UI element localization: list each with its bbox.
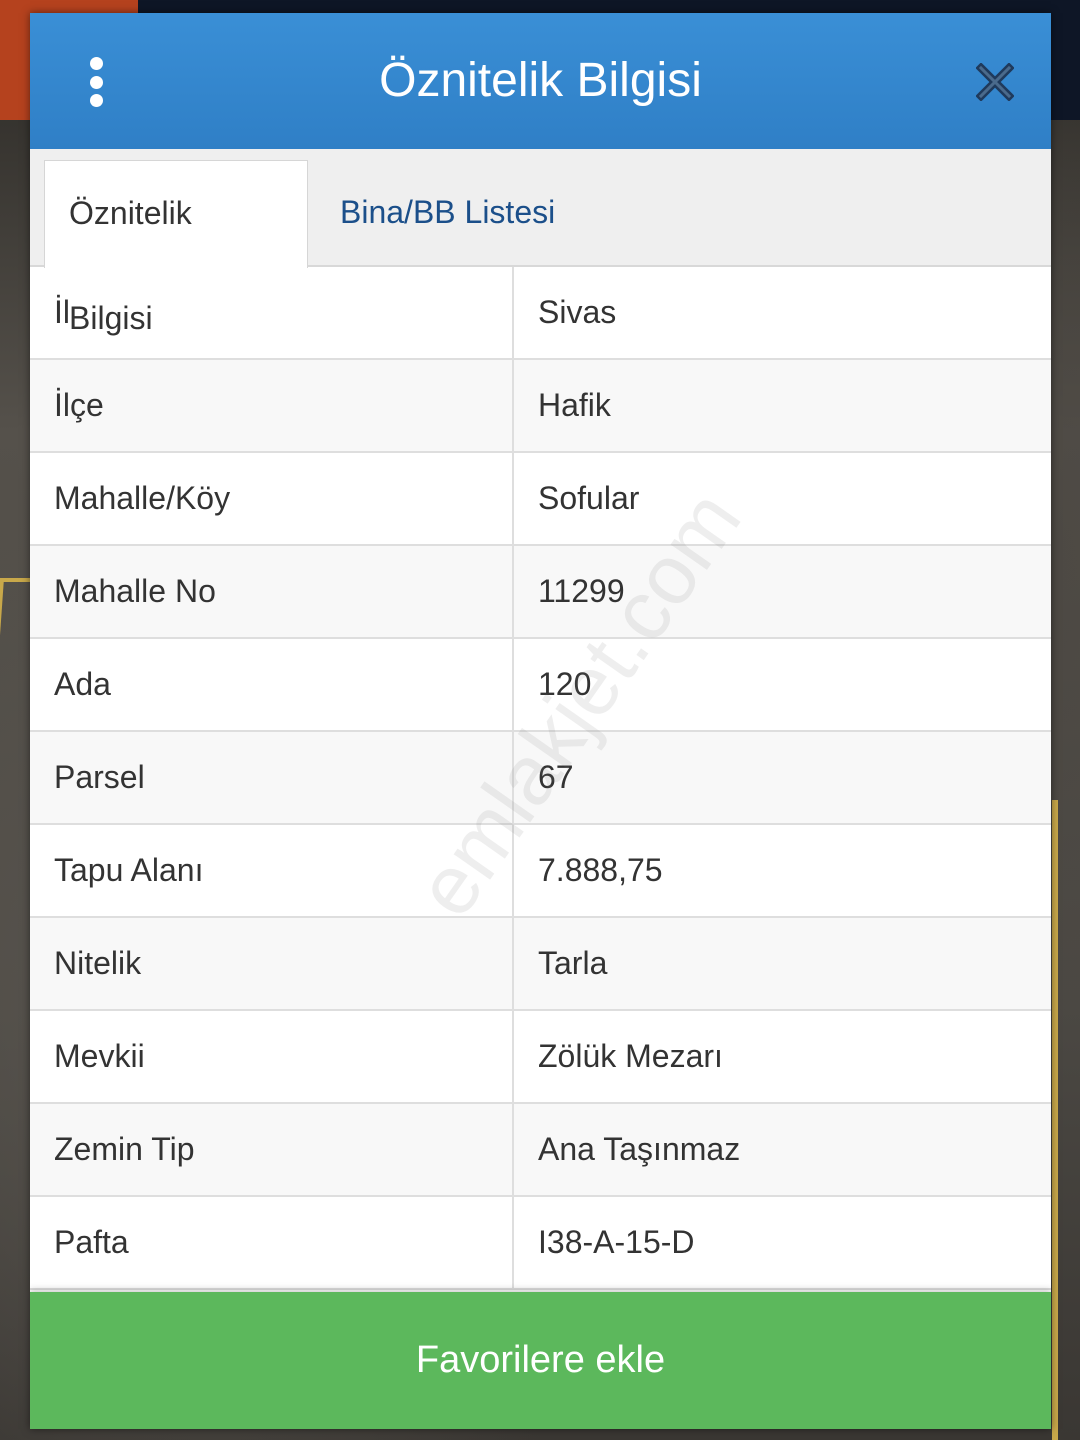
row-value: 7.888,75 <box>538 852 663 888</box>
attribute-info-dialog: Öznitelik Bilgisi Öznitelik Bilgisi Bina… <box>30 13 1051 1429</box>
table-row: Parsel 67 <box>30 732 1051 825</box>
row-label: Mevkii <box>30 1011 514 1102</box>
add-to-favorites-button[interactable]: Favorilere ekle <box>30 1292 1051 1429</box>
table-row: İl Sivas <box>30 267 1051 360</box>
row-value: Ana Taşınmaz <box>538 1131 741 1167</box>
row-label: Pafta <box>30 1197 514 1288</box>
table-row: Ada 120 <box>30 639 1051 732</box>
table-row: Mahalle No 11299 <box>30 546 1051 639</box>
row-value: Hafik <box>538 387 611 423</box>
row-label: İlçe <box>30 360 514 451</box>
row-value: 120 <box>538 666 592 702</box>
tab-bar: Öznitelik Bilgisi Bina/BB Listesi <box>30 149 1051 336</box>
table-row: İlçe Hafik <box>30 360 1051 453</box>
table-row: Pafta I38-A-15-D <box>30 1197 1051 1290</box>
row-value: 11299 <box>538 573 625 609</box>
row-value: Sofular <box>538 480 640 516</box>
row-label: Mahalle No <box>30 546 514 637</box>
parcel-boundary-right <box>1052 800 1058 1440</box>
row-value: 67 <box>538 759 574 795</box>
row-value: Zölük Mezarı <box>538 1038 723 1074</box>
row-value: I38-A-15-D <box>538 1224 695 1260</box>
dialog-header: Öznitelik Bilgisi <box>30 13 1051 149</box>
row-label: Parsel <box>30 732 514 823</box>
table-row: Mevkii Zölük Mezarı <box>30 1011 1051 1104</box>
table-row: Mahalle/Köy Sofular <box>30 453 1051 546</box>
dialog-title: Öznitelik Bilgisi <box>379 54 702 107</box>
table-row: Tapu Alanı 7.888,75 <box>30 825 1051 918</box>
tab-attribute-info[interactable]: Öznitelik Bilgisi <box>44 160 308 336</box>
close-icon[interactable] <box>976 63 1014 101</box>
row-label: Nitelik <box>30 918 514 1009</box>
row-label: Zemin Tip <box>30 1104 514 1195</box>
row-value: Tarla <box>538 945 608 981</box>
table-row: Zemin Tip Ana Taşınmaz <box>30 1104 1051 1197</box>
row-label: Ada <box>30 639 514 730</box>
attribute-table: İl Sivas İlçe Hafik Mahalle/Köy Sofular … <box>30 267 1051 1290</box>
tab-building-list[interactable]: Bina/BB Listesi <box>316 160 579 265</box>
row-label: Tapu Alanı <box>30 825 514 916</box>
table-row: Nitelik Tarla <box>30 918 1051 1011</box>
row-label: Mahalle/Köy <box>30 453 514 544</box>
row-value: Sivas <box>538 294 617 330</box>
